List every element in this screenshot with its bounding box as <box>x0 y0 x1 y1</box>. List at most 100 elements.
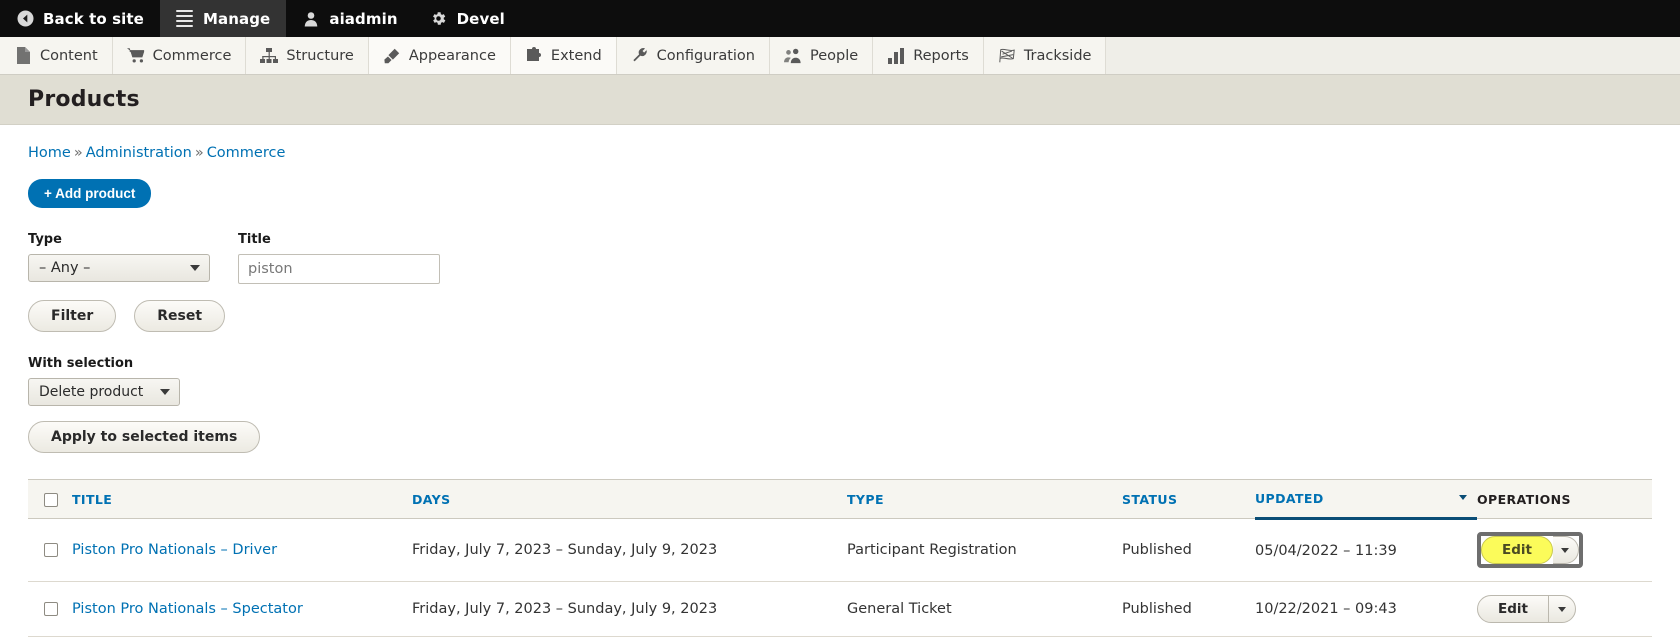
subnav-item-label: Trackside <box>1023 47 1092 64</box>
bulk-action-select[interactable]: Delete product <box>28 378 180 406</box>
products-table-head: TITLE DAYS TYPE STATUS UPDATED OPERATION… <box>28 479 1652 520</box>
add-product-button[interactable]: + Add product <box>28 179 152 208</box>
subnav-item-people[interactable]: People <box>770 37 874 74</box>
row-checkbox[interactable] <box>44 543 58 557</box>
title-filter-group: Title <box>238 232 440 284</box>
cell-days: Friday, July 7, 2023 – Sunday, July 9, 2… <box>412 518 847 582</box>
toolbar-item-label: Devel <box>456 9 505 28</box>
header-operations: OPERATIONS <box>1477 479 1652 519</box>
type-select-wrapper: – Any – <box>28 254 210 282</box>
subnav-item-content[interactable]: Content <box>0 37 113 74</box>
toolbar-item-label: Manage <box>202 9 271 28</box>
subnav-item-label: Structure <box>286 47 354 64</box>
subnav-item-configuration[interactable]: Configuration <box>616 37 770 74</box>
apply-top-wrapper: Apply to selected items <box>28 421 1652 453</box>
breadcrumb-item-commerce[interactable]: Commerce <box>207 145 286 161</box>
wrench-icon <box>631 47 649 65</box>
product-title-link[interactable]: Piston Pro Nationals – Spectator <box>72 601 303 617</box>
cell-operations: Edit <box>1477 518 1652 582</box>
subnav-item-label: Configuration <box>656 47 755 64</box>
breadcrumb: Home» Administration» Commerce <box>28 125 1652 161</box>
breadcrumb-separator: » <box>194 145 204 161</box>
cell-status: Published <box>1122 581 1255 637</box>
operations-dropbutton: Edit <box>1477 595 1576 623</box>
toolbar-item-label: Back to site <box>43 9 144 28</box>
subnav-filler <box>1106 37 1680 74</box>
toolbar-item-devel[interactable]: Devel <box>414 0 521 37</box>
filter-button[interactable]: Filter <box>28 300 117 332</box>
cell-operations: Edit <box>1477 581 1652 637</box>
cell-updated: 05/04/2022 – 11:39 <box>1255 518 1477 582</box>
breadcrumb-item-home[interactable]: Home <box>28 145 71 161</box>
bar-chart-icon <box>887 47 905 65</box>
header-status[interactable]: STATUS <box>1122 479 1255 519</box>
hamburger-icon <box>176 9 194 28</box>
subnav-item-label: Reports <box>913 47 969 64</box>
table-row: Piston Pro Nationals – Driver Friday, Ju… <box>28 518 1652 582</box>
page-title-band: Products <box>0 75 1680 125</box>
type-filter-group: Type – Any – <box>28 232 210 284</box>
header-days[interactable]: DAYS <box>412 479 847 519</box>
chevron-down-icon <box>1561 547 1570 553</box>
subnav-item-extend[interactable]: Extend <box>510 37 617 74</box>
sort-descending-icon <box>1459 495 1467 500</box>
file-icon <box>14 47 32 65</box>
subnav-item-label: Appearance <box>408 47 496 64</box>
back-arrow-icon <box>16 10 34 28</box>
subnav-item-label: Content <box>40 47 98 64</box>
breadcrumb-item-administration[interactable]: Administration <box>86 145 192 161</box>
row-select-cell <box>28 518 72 582</box>
edit-button[interactable]: Edit <box>1481 536 1553 564</box>
subnav-item-trackside[interactable]: Trackside <box>983 37 1107 74</box>
subnav-item-label: Commerce <box>152 47 232 64</box>
admin-toolbar: Back to site Manage aiadmin Devel <box>0 0 1680 37</box>
cell-status: Published <box>1122 518 1255 582</box>
select-all-checkbox[interactable] <box>44 492 58 507</box>
subnav-item-commerce[interactable]: Commerce <box>112 37 247 74</box>
toolbar-item-label: aiadmin <box>329 9 398 28</box>
product-title-link[interactable]: Piston Pro Nationals – Driver <box>72 542 277 558</box>
subnav-item-appearance[interactable]: Appearance <box>368 37 511 74</box>
table-header-row: TITLE DAYS TYPE STATUS UPDATED OPERATION… <box>28 479 1652 520</box>
cell-days: Friday, July 7, 2023 – Sunday, July 9, 2… <box>412 581 847 637</box>
header-type[interactable]: TYPE <box>847 479 1122 519</box>
products-table-body: Piston Pro Nationals – Driver Friday, Ju… <box>28 518 1652 637</box>
reset-button[interactable]: Reset <box>134 300 226 332</box>
apply-to-selected-items-button-top[interactable]: Apply to selected items <box>28 421 261 453</box>
chevron-down-icon <box>1557 606 1566 612</box>
toolbar-item-back-to-site[interactable]: Back to site <box>0 0 160 37</box>
user-icon <box>302 10 320 28</box>
page-title: Products <box>28 87 140 112</box>
toolbar-item-manage[interactable]: Manage <box>159 0 287 37</box>
select-all-header <box>28 479 72 519</box>
edit-button-highlight: Edit <box>1477 532 1583 568</box>
row-checkbox[interactable] <box>44 602 58 616</box>
table-row: Piston Pro Nationals – Spectator Friday,… <box>28 581 1652 637</box>
cell-type: Participant Registration <box>847 518 1122 582</box>
toolbar-item-account[interactable]: aiadmin <box>286 0 413 37</box>
header-title[interactable]: TITLE <box>72 479 412 519</box>
subnav-item-reports[interactable]: Reports <box>873 37 984 74</box>
filter-form: Type – Any – Title <box>28 232 1652 284</box>
header-updated[interactable]: UPDATED <box>1255 479 1477 520</box>
gear-icon <box>430 10 448 28</box>
row-select-cell <box>28 581 72 637</box>
paintbrush-icon <box>383 47 401 65</box>
operations-toggle-button[interactable] <box>1549 596 1575 622</box>
subnav-item-label: People <box>810 47 859 64</box>
bulk-actions-top: With selection Delete product Apply to s… <box>28 356 1652 453</box>
edit-button[interactable]: Edit <box>1478 596 1549 622</box>
cell-type: General Ticket <box>847 581 1122 637</box>
cell-title: Piston Pro Nationals – Spectator <box>72 581 412 637</box>
type-select[interactable]: – Any – <box>28 254 210 282</box>
title-filter-label: Title <box>238 232 271 247</box>
admin-subnav: Content Commerce Structure Appearance Ex… <box>0 37 1680 75</box>
title-filter-input[interactable] <box>238 254 440 284</box>
sitemap-icon <box>260 47 279 65</box>
products-table: TITLE DAYS TYPE STATUS UPDATED OPERATION… <box>28 479 1652 637</box>
operations-toggle-button[interactable] <box>1552 536 1579 564</box>
filter-buttons: Filter Reset <box>28 300 1652 332</box>
operations-dropbutton: Edit <box>1481 536 1579 564</box>
type-filter-label: Type <box>28 232 62 247</box>
subnav-item-structure[interactable]: Structure <box>246 37 369 74</box>
